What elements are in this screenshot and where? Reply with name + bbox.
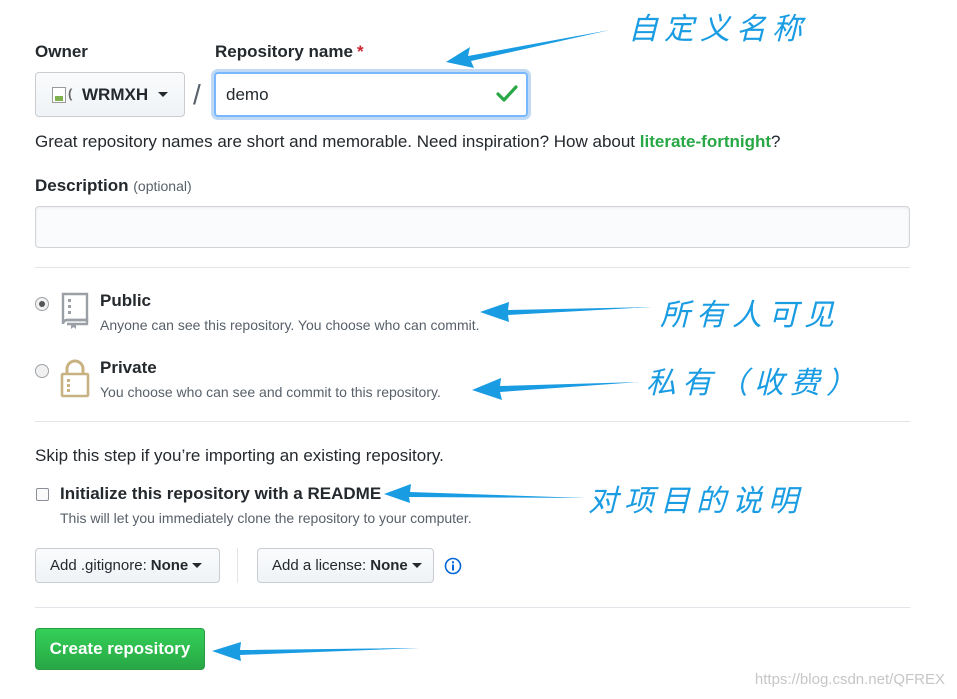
owner-avatar-broken-image-icon: (	[52, 85, 76, 105]
repo-name-label: Repository name *	[215, 42, 364, 61]
readme-label[interactable]: Initialize this repository with a README	[60, 484, 381, 504]
public-subtitle: Anyone can see this repository. You choo…	[100, 317, 480, 333]
required-mark: *	[356, 42, 364, 61]
private-subtitle: You choose who can see and commit to thi…	[100, 384, 441, 400]
caret-down-icon	[158, 92, 169, 97]
repo-book-icon	[61, 292, 89, 329]
readme-checkbox[interactable]	[36, 488, 49, 501]
info-icon[interactable]	[444, 557, 462, 575]
watermark: https://blog.csdn.net/QFREX	[754, 671, 945, 688]
divider	[35, 607, 910, 608]
optional-hint: (optional)	[133, 178, 192, 194]
repo-name-hint: Great repository names are short and mem…	[35, 132, 781, 151]
gitignore-dropdown[interactable]: Add .gitignore: None	[35, 548, 220, 583]
owner-dropdown[interactable]: ( WRMXH	[35, 72, 185, 117]
caret-down-icon	[411, 563, 422, 568]
check-icon	[496, 85, 518, 102]
owner-repo-separator: /	[193, 79, 201, 110]
private-title: Private	[100, 358, 157, 377]
license-dropdown[interactable]: Add a license: None	[257, 548, 434, 583]
owner-name: WRMXH	[82, 84, 149, 104]
skip-text: Skip this step if you’re importing an ex…	[35, 446, 444, 465]
public-title: Public	[100, 291, 152, 310]
annotation-readme: 对项目的说明	[588, 484, 804, 519]
create-repository-button[interactable]: Create repository	[35, 628, 205, 670]
repo-name-input[interactable]	[214, 72, 528, 117]
public-radio[interactable]	[35, 297, 49, 311]
divider	[35, 421, 910, 422]
owner-label: Owner	[35, 42, 88, 61]
annotation-public: 所有人可见	[660, 298, 840, 333]
divider	[35, 267, 910, 268]
readme-help: This will let you immediately clone the …	[60, 510, 472, 526]
private-radio[interactable]	[35, 364, 49, 378]
description-input[interactable]	[35, 206, 910, 248]
name-suggestion-link[interactable]: literate-fortnight	[640, 132, 771, 151]
annotation-name: 自定义名称	[628, 12, 808, 47]
separator	[237, 548, 238, 583]
lock-icon	[60, 359, 90, 398]
description-label: Description (optional)	[35, 176, 192, 195]
annotation-private: 私有（收费）	[646, 366, 862, 401]
caret-down-icon	[192, 563, 203, 568]
